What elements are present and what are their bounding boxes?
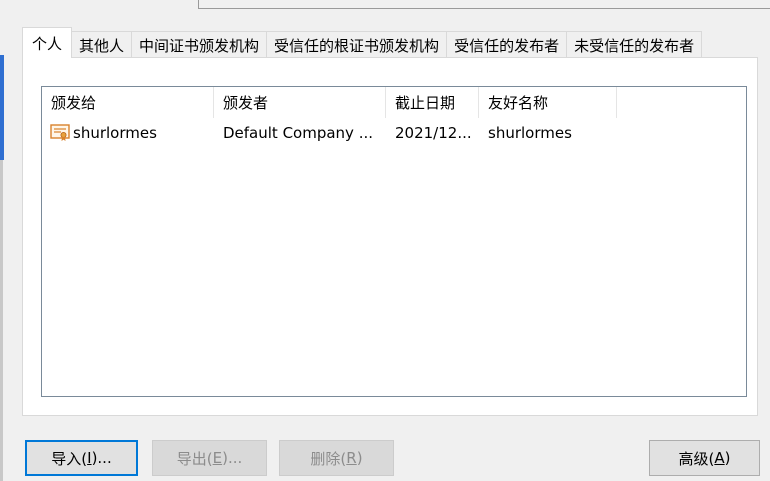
remove-button[interactable]: 删除(R) [279, 440, 394, 476]
window-edge [0, 160, 3, 481]
purpose-dropdown-edge[interactable] [198, 0, 770, 9]
export-button[interactable]: 导出(E)... [152, 440, 267, 476]
advanced-button[interactable]: 高级(A) [649, 440, 760, 476]
column-header-expiration[interactable]: 截止日期 [386, 87, 479, 118]
tab-other-people[interactable]: 其他人 [71, 31, 133, 58]
column-header-issued-to[interactable]: 颁发给 [42, 87, 214, 118]
certificate-icon [50, 124, 70, 141]
column-header-issued-by[interactable]: 颁发者 [214, 87, 386, 118]
certificate-list[interactable]: 颁发给 颁发者 截止日期 友好名称 shurlormes Default Com… [41, 86, 747, 397]
import-button[interactable]: 导入(I)... [25, 440, 138, 476]
certificate-store-tabs: 个人 其他人 中间证书颁发机构 受信任的根证书颁发机构 受信任的发布者 未受信任… [22, 27, 703, 58]
cell-issued-by: Default Company ... [223, 124, 374, 142]
window-edge-accent [0, 55, 4, 160]
cell-friendly-name: shurlormes [488, 124, 572, 142]
column-header-friendly-name[interactable]: 友好名称 [479, 87, 617, 118]
table-row[interactable]: shurlormes Default Company ... 2021/12..… [42, 121, 617, 145]
tab-intermediate-ca[interactable]: 中间证书颁发机构 [131, 31, 268, 58]
list-header: 颁发给 颁发者 截止日期 友好名称 [42, 87, 617, 118]
tab-trusted-publishers[interactable]: 受信任的发布者 [446, 31, 568, 58]
cell-issued-to: shurlormes [42, 124, 214, 142]
tab-personal[interactable]: 个人 [22, 27, 73, 58]
cell-expiration: 2021/12... [395, 124, 472, 142]
tab-untrusted-publishers[interactable]: 未受信任的发布者 [566, 31, 703, 58]
issued-to-text: shurlormes [73, 124, 157, 142]
tab-trusted-root-ca[interactable]: 受信任的根证书颁发机构 [266, 31, 448, 58]
